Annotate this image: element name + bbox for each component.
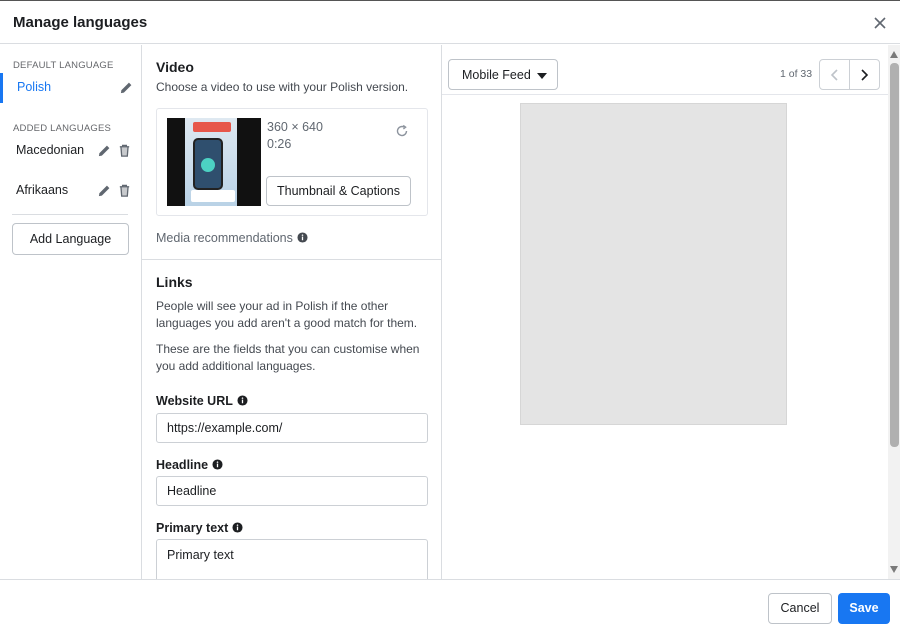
links-heading: Links	[156, 274, 193, 290]
links-customise-note: These are the fields that you can custom…	[156, 342, 420, 373]
headline-label: Headline	[156, 458, 223, 472]
language-name: Macedonian	[16, 143, 85, 157]
pencil-icon[interactable]	[97, 183, 112, 198]
media-recommendations[interactable]: Media recommendations	[156, 231, 308, 245]
thumbnail-caption-bar	[193, 122, 231, 132]
video-description: Choose a video to use with your Polish v…	[156, 80, 409, 94]
info-icon[interactable]	[237, 395, 248, 406]
video-dimensions: 360 × 640	[267, 120, 323, 134]
scroll-up-arrow[interactable]	[890, 51, 898, 58]
primary-text-label: Primary text	[156, 521, 243, 535]
video-duration: 0:26	[267, 137, 292, 151]
language-item-macedonian[interactable]: Macedonian	[0, 136, 141, 166]
media-recommendations-label: Media recommendations	[156, 231, 293, 245]
section-divider	[142, 259, 441, 260]
refresh-icon[interactable]	[395, 124, 409, 138]
chevron-right-icon	[861, 69, 869, 81]
divider	[12, 214, 128, 215]
info-icon[interactable]	[232, 522, 243, 533]
language-item-afrikaans[interactable]: Afrikaans	[0, 176, 141, 206]
added-languages-label: ADDED LANGUAGES	[13, 123, 112, 134]
language-name: Afrikaans	[16, 183, 69, 197]
close-icon[interactable]	[870, 13, 890, 33]
preview-pager: 1 of 33	[780, 68, 813, 80]
caret-down-icon	[537, 73, 547, 79]
pencil-icon[interactable]	[97, 143, 112, 158]
dialog-header: Manage languages	[0, 1, 900, 44]
info-icon[interactable]	[297, 232, 308, 243]
previous-preview-button[interactable]	[819, 59, 850, 90]
primary-text-input[interactable]: Primary text	[156, 539, 428, 579]
video-thumbnail[interactable]	[167, 118, 261, 206]
placement-dropdown-label: Mobile Feed	[462, 68, 531, 82]
language-fields-panel: Video Choose a video to use with your Po…	[142, 45, 442, 579]
video-heading: Video	[156, 59, 194, 75]
thumbnail-captions-button[interactable]: Thumbnail & Captions	[266, 176, 411, 206]
language-list-panel: DEFAULT LANGUAGE Polish ADDED LANGUAGES …	[0, 45, 142, 579]
add-language-button[interactable]: Add Language	[12, 223, 129, 255]
scrollbar-thumb[interactable]	[890, 63, 899, 447]
links-description: People will see your ad in Polish if the…	[156, 299, 418, 330]
trash-icon[interactable]	[117, 183, 132, 198]
language-name: Polish	[17, 80, 52, 94]
headline-label-text: Headline	[156, 458, 209, 472]
chevron-left-icon	[830, 69, 838, 81]
trash-icon[interactable]	[117, 143, 132, 158]
headline-input[interactable]	[156, 476, 428, 506]
website-url-input[interactable]	[156, 413, 428, 443]
placement-dropdown[interactable]: Mobile Feed	[448, 59, 558, 90]
website-url-label: Website URL	[156, 394, 248, 408]
primary-text-label-text: Primary text	[156, 521, 229, 535]
website-url-label-text: Website URL	[156, 394, 233, 408]
pencil-icon[interactable]	[119, 80, 134, 95]
default-language-label: DEFAULT LANGUAGE	[13, 60, 114, 71]
video-card: 360 × 640 0:26 Thumbnail & Captions	[156, 108, 428, 216]
scroll-down-arrow[interactable]	[890, 566, 898, 573]
next-preview-button[interactable]	[849, 59, 880, 90]
thumbnail-cta	[191, 190, 235, 202]
language-item-polish[interactable]: Polish	[0, 73, 141, 103]
thumbnail-phone	[193, 138, 223, 190]
ad-preview-panel: Mobile Feed 1 of 33	[442, 45, 900, 579]
save-button[interactable]: Save	[838, 593, 890, 624]
dialog-footer: Cancel Save	[0, 579, 900, 635]
cancel-button[interactable]: Cancel	[768, 593, 832, 624]
ad-preview-placeholder	[520, 103, 787, 425]
dialog-title: Manage languages	[13, 14, 148, 31]
preview-toolbar-divider	[442, 94, 888, 95]
info-icon[interactable]	[212, 459, 223, 470]
